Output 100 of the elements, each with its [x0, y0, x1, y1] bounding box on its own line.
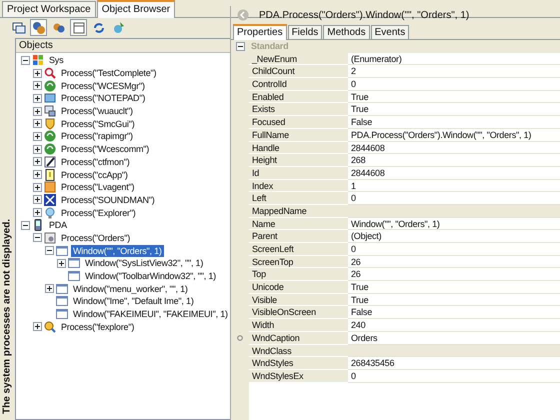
pen-icon — [44, 156, 56, 168]
toolbar-button[interactable] — [30, 19, 47, 36]
expander-toggle[interactable] — [33, 144, 42, 154]
property-value[interactable]: 2844608 — [348, 142, 560, 154]
expander-toggle[interactable] — [33, 119, 42, 128]
magnifier-icon — [44, 67, 56, 80]
tree-item[interactable]: Process("Wcescomm") — [59, 143, 152, 156]
refresh-icon — [92, 20, 106, 34]
property-value[interactable]: 0 — [348, 370, 560, 383]
note-icon — [44, 168, 56, 181]
expander-toggle[interactable] — [33, 132, 42, 141]
group-toggle[interactable] — [236, 42, 244, 51]
expander-toggle[interactable] — [33, 195, 42, 204]
property-name: Exists — [249, 103, 348, 116]
tree-item[interactable]: PDA — [47, 219, 69, 232]
sync-icon — [44, 143, 56, 156]
tree-item[interactable]: Window("Ime", "Default Ime", 1) — [71, 295, 196, 308]
property-name: WndCaption — [249, 332, 348, 344]
property-name: Unicode — [249, 281, 348, 294]
property-value[interactable]: 0 — [348, 78, 560, 91]
workspace-tab[interactable]: Project Workspace — [2, 1, 96, 17]
tree-item[interactable]: Process("SOUNDMAN") — [59, 194, 157, 206]
property-value[interactable]: 268435456 — [348, 357, 560, 370]
property-value[interactable]: 268 — [348, 154, 560, 167]
tree-item[interactable]: Process("NOTEPAD") — [59, 92, 148, 104]
properties-tab[interactable]: Fields — [288, 25, 322, 39]
object-path: PDA.Process("Orders").Window("", "Orders", 1) — [259, 10, 470, 20]
property-value[interactable]: (Enumerator) — [348, 52, 560, 66]
windows-icon — [12, 20, 26, 34]
property-value[interactable]: 26 — [348, 268, 560, 282]
property-name: Height — [249, 154, 348, 167]
property-name: Name — [249, 218, 348, 230]
property-value[interactable]: False — [348, 116, 560, 129]
sync-icon — [44, 80, 56, 92]
property-value[interactable]: PDA.Process("Orders").Window("", "Orders", 1) — [348, 128, 560, 142]
property-value[interactable]: 1 — [348, 180, 560, 192]
window-icon — [68, 270, 80, 282]
tree-item[interactable]: Process("fexplore") — [59, 320, 136, 333]
properties-tab[interactable]: Events — [370, 25, 410, 39]
property-name: Left — [249, 192, 348, 205]
tree-item[interactable]: Process("Lvagent") — [59, 181, 136, 194]
property-name: Focused — [249, 116, 348, 129]
property-value[interactable]: True — [348, 294, 560, 306]
property-value[interactable]: 2844608 — [348, 166, 560, 180]
property-name: ChildCount — [249, 65, 348, 78]
property-value[interactable]: False — [348, 306, 560, 320]
expander-toggle[interactable] — [33, 182, 42, 192]
tree-item[interactable]: Process("Explorer") — [59, 206, 138, 219]
expander-toggle[interactable] — [33, 94, 42, 103]
property-value[interactable]: 240 — [348, 319, 560, 332]
property-value[interactable]: True — [348, 90, 560, 104]
tree-item[interactable]: Sys — [47, 54, 66, 66]
tree-item[interactable]: Window("FAKEIMEUI", "FAKEIMEUI", 1) — [71, 308, 230, 320]
expander-toggle[interactable] — [33, 157, 42, 166]
tree-item[interactable]: Window("", "Orders", 1) — [71, 244, 164, 257]
toolbar-button[interactable] — [70, 19, 87, 36]
property-value[interactable]: True — [348, 103, 560, 116]
property-name: Id — [249, 166, 348, 180]
workspace-tab[interactable]: Object Browser — [96, 0, 176, 18]
tree-item[interactable]: Window("SysListView32", "", 1) — [83, 257, 206, 270]
tree-item[interactable]: Process("rapimgr") — [59, 130, 135, 142]
property-value[interactable]: True — [348, 281, 560, 294]
properties-tab[interactable]: Properties — [233, 24, 287, 40]
property-value[interactable]: 2 — [348, 65, 560, 78]
property-name: VisibleOnScreen — [249, 306, 348, 320]
expander-toggle[interactable] — [33, 81, 42, 90]
expander-toggle[interactable] — [21, 220, 30, 230]
tree-item[interactable]: Process("SmcGui") — [59, 118, 136, 130]
expander-toggle[interactable] — [57, 258, 66, 268]
tree-item[interactable]: Process("Orders") — [59, 232, 132, 244]
tree-item[interactable]: Process("ccApp") — [59, 168, 130, 181]
expander-toggle[interactable] — [45, 284, 54, 294]
expander-toggle[interactable] — [45, 246, 54, 256]
property-value[interactable]: Window("", "Orders", 1) — [348, 218, 560, 230]
tree-item[interactable]: Window("menu_worker", "", 1) — [71, 282, 190, 295]
tree-item[interactable]: Process("ctfmon") — [59, 156, 132, 168]
tree-item[interactable]: Window("ToolbarWindow32", "", 1) — [83, 270, 218, 282]
property-value[interactable]: 26 — [348, 256, 560, 268]
expander-toggle[interactable] — [33, 68, 42, 78]
tree-item[interactable]: Process("WCESMgr") — [59, 80, 147, 92]
property-name: _NewEnum — [249, 52, 348, 66]
expander-toggle[interactable] — [33, 208, 42, 218]
expander-toggle[interactable] — [33, 322, 42, 332]
expander-toggle[interactable] — [33, 233, 42, 242]
properties-tab[interactable]: Methods — [323, 25, 370, 39]
property-name: ControlId — [249, 78, 348, 91]
property-name: FullName — [249, 128, 348, 142]
property-name: Parent — [249, 230, 348, 243]
window-icon — [68, 257, 80, 270]
window-icon — [56, 282, 68, 295]
expander-toggle[interactable] — [33, 170, 42, 180]
property-name: WndStyles — [249, 357, 348, 370]
property-value[interactable]: (Object) — [348, 230, 560, 243]
expander-toggle[interactable] — [33, 106, 42, 116]
tree-item[interactable]: Process("wuauclt") — [59, 105, 135, 118]
property-value[interactable]: 0 — [348, 243, 560, 256]
tree-item[interactable]: Process("TestComplete") — [59, 67, 158, 80]
tile-icon — [44, 181, 56, 194]
expander-toggle[interactable] — [21, 56, 30, 65]
property-name: Visible — [249, 294, 348, 306]
